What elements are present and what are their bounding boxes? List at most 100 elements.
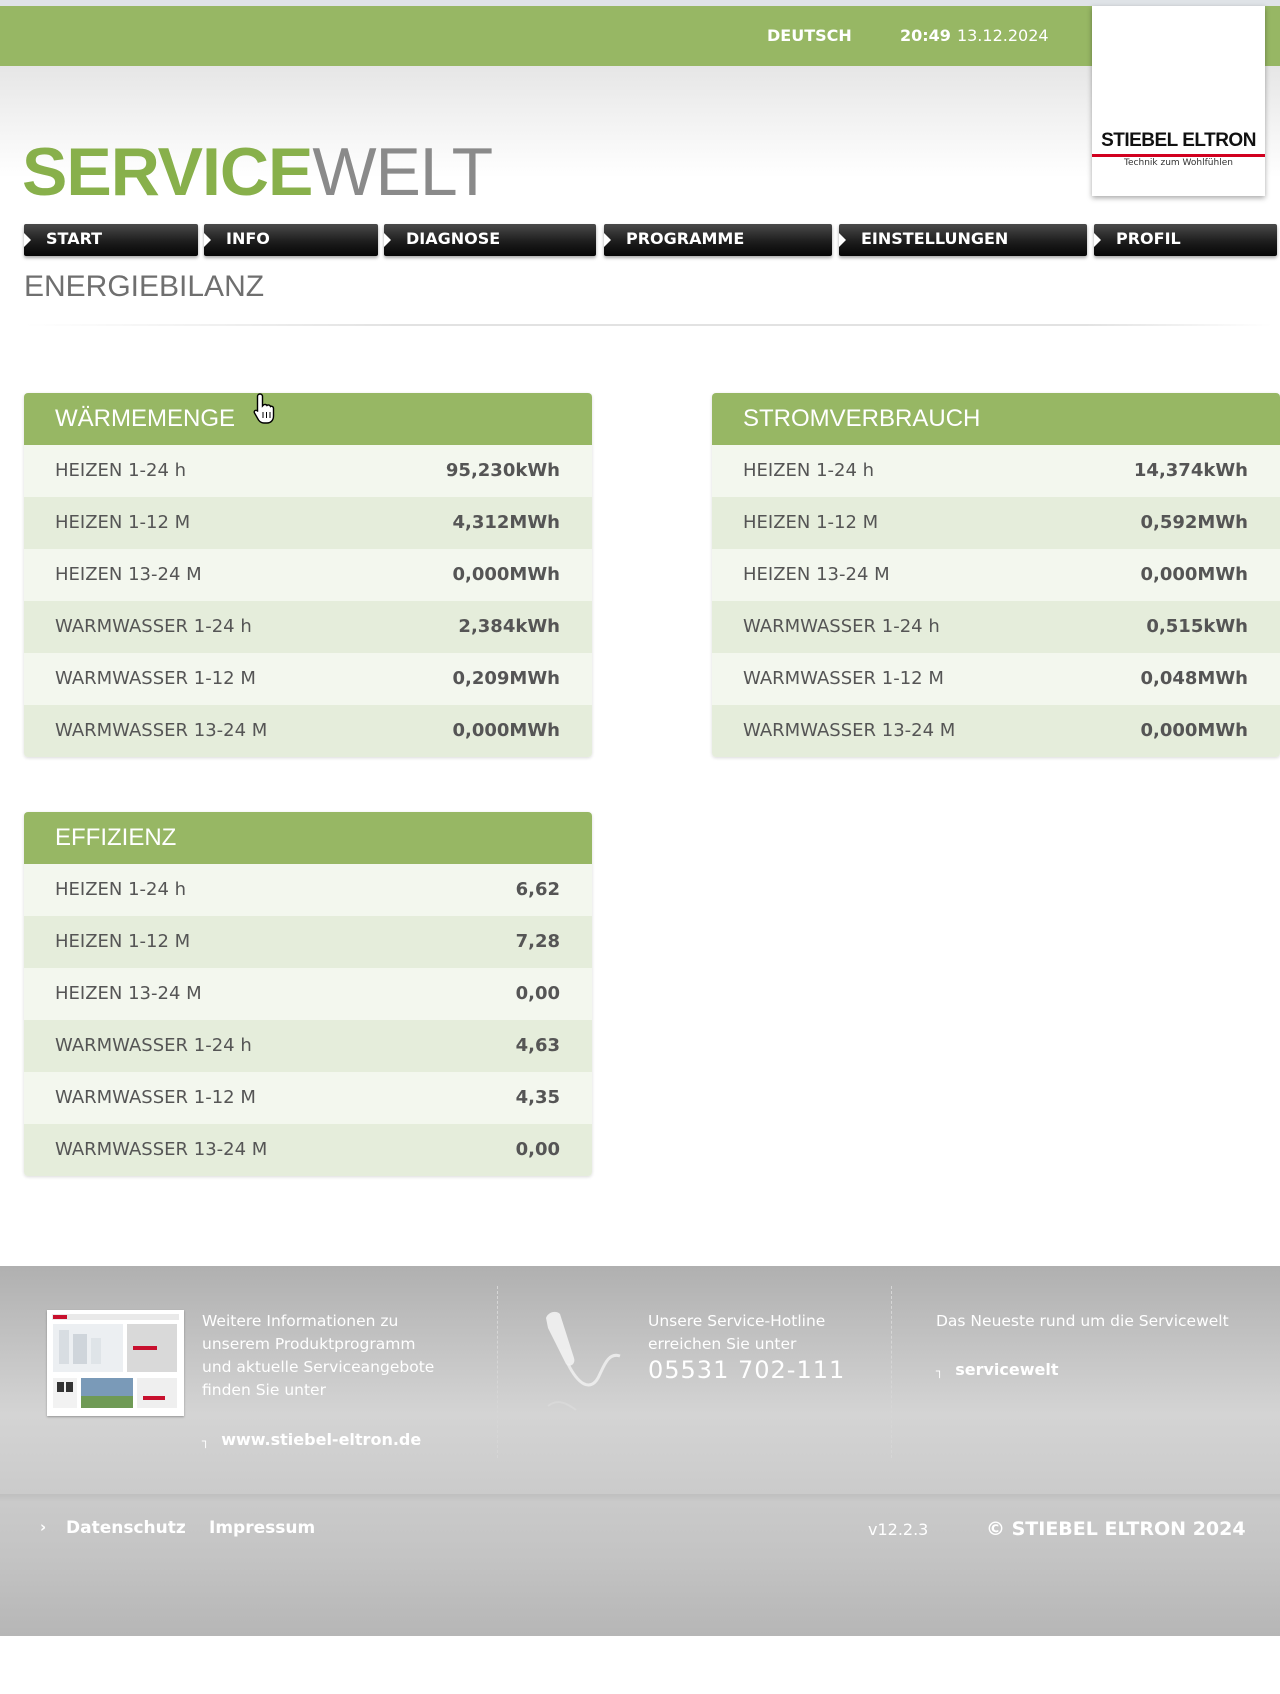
- effizienz-panel: EFFIZIENZ HEIZEN 1-24 h 6,62 HEIZEN 1-12 …: [24, 812, 592, 1176]
- nav-programme-label: PROGRAMME: [626, 229, 745, 248]
- nav-arrow-icon: [604, 233, 611, 247]
- row-value: 4,35: [515, 1087, 560, 1108]
- table-row: WARMWASSER 1-24 h 0,515kWh: [712, 601, 1280, 653]
- version-label: v12.2.3: [868, 1520, 929, 1539]
- info-text-line: Weitere Informationen zu: [202, 1312, 399, 1330]
- row-value: 0,00: [515, 1139, 560, 1160]
- nav-arrow-icon: [24, 233, 31, 247]
- info-text-line: finden Sie unter: [202, 1381, 326, 1399]
- nav-einstellungen[interactable]: EINSTELLUNGEN: [839, 224, 1087, 256]
- row-label: HEIZEN 1-24 h: [55, 879, 187, 900]
- footer-divider: [891, 1286, 892, 1458]
- table-row: WARMWASSER 1-12 M 4,35: [24, 1072, 592, 1124]
- nav-arrow-icon: [839, 233, 846, 247]
- row-label: WARMWASSER 13-24 M: [743, 720, 956, 741]
- phone-icon: [546, 1311, 621, 1411]
- nav-einstellungen-label: EINSTELLUNGEN: [861, 229, 1009, 248]
- copyright: © STIEBEL ELTRON 2024: [986, 1518, 1246, 1540]
- row-value: 7,28: [515, 931, 560, 952]
- nav-programme[interactable]: PROGRAMME: [604, 224, 832, 256]
- brand-title-welt: WELT: [312, 134, 493, 210]
- website-link[interactable]: ┐ www.stiebel-eltron.de: [202, 1430, 421, 1449]
- link-arrow-icon: ┐: [936, 1364, 944, 1378]
- nav-start[interactable]: START: [24, 224, 198, 256]
- table-row: WARMWASSER 13-24 M 0,000MWh: [24, 705, 592, 757]
- title-divider: [24, 324, 1272, 326]
- waermemenge-panel: WÄRMEMENGE HEIZEN 1-24 h 95,230kWh HEIZEN…: [24, 393, 592, 757]
- servicewelt-title: SERVICEWELT: [22, 134, 493, 210]
- time-value: 20:49: [900, 26, 951, 45]
- table-row: WARMWASSER 1-24 h 2,384kWh: [24, 601, 592, 653]
- row-label: WARMWASSER 1-12 M: [55, 668, 256, 689]
- nav-info[interactable]: INFO: [204, 224, 378, 256]
- row-value: 6,62: [515, 879, 560, 900]
- footer-separator: [0, 1494, 1280, 1502]
- hotline-number[interactable]: 05531 702-111: [648, 1356, 845, 1384]
- row-label: HEIZEN 1-12 M: [55, 512, 191, 533]
- table-row: WARMWASSER 1-12 M 0,048MWh: [712, 653, 1280, 705]
- stromverbrauch-panel: STROMVERBRAUCH HEIZEN 1-24 h 14,374kWh HE…: [712, 393, 1280, 757]
- row-label: HEIZEN 1-12 M: [743, 512, 879, 533]
- panel-title: EFFIZIENZ: [24, 812, 592, 864]
- table-row: HEIZEN 1-12 M 7,28: [24, 916, 592, 968]
- nav-arrow-icon: [1094, 233, 1101, 247]
- row-label: WARMWASSER 13-24 M: [55, 1139, 268, 1160]
- row-label: HEIZEN 13-24 M: [743, 564, 890, 585]
- row-value: 4,63: [515, 1035, 560, 1056]
- row-label: HEIZEN 13-24 M: [55, 564, 202, 585]
- row-value: 0,000MWh: [452, 720, 560, 741]
- table-row: WARMWASSER 1-12 M 0,209MWh: [24, 653, 592, 705]
- row-value: 14,374kWh: [1133, 460, 1248, 481]
- row-label: WARMWASSER 13-24 M: [55, 720, 268, 741]
- row-value: 2,384kWh: [458, 616, 560, 637]
- table-row: HEIZEN 1-24 h 6,62: [24, 864, 592, 916]
- link-arrow-icon: ┐: [202, 1434, 210, 1448]
- info-text-line: unserem Produktprogramm: [202, 1335, 416, 1353]
- nav-diagnose[interactable]: DIAGNOSE: [384, 224, 596, 256]
- table-row: HEIZEN 1-12 M 0,592MWh: [712, 497, 1280, 549]
- row-label: WARMWASSER 1-24 h: [743, 616, 940, 637]
- table-row: WARMWASSER 13-24 M 0,000MWh: [712, 705, 1280, 757]
- hotline-text-line: erreichen Sie unter: [648, 1335, 797, 1353]
- table-row: WARMWASSER 13-24 M 0,00: [24, 1124, 592, 1176]
- product-website-thumbnail[interactable]: [47, 1310, 184, 1416]
- news-text: Das Neueste rund um die Servicewelt: [936, 1312, 1229, 1330]
- imprint-link[interactable]: Impressum: [209, 1518, 315, 1538]
- row-label: HEIZEN 13-24 M: [55, 983, 202, 1004]
- row-label: WARMWASSER 1-12 M: [55, 1087, 256, 1108]
- row-label: WARMWASSER 1-24 h: [55, 616, 252, 637]
- table-row: HEIZEN 13-24 M 0,000MWh: [24, 549, 592, 601]
- info-text-line: und aktuelle Serviceangebote: [202, 1358, 435, 1376]
- row-value: 0,000MWh: [452, 564, 560, 585]
- nav-start-label: START: [46, 229, 103, 248]
- brand-title-service: SERVICE: [22, 134, 313, 210]
- page-title: ENERGIEBILANZ: [24, 270, 265, 303]
- panel-title: WÄRMEMENGE: [24, 393, 592, 445]
- date-value: 13.12.2024: [956, 26, 1049, 45]
- logo-brand-text: STIEBEL ELTRON: [1092, 130, 1265, 157]
- hotline-text: Unsere Service-Hotline erreichen Sie unt…: [648, 1310, 825, 1356]
- table-row: HEIZEN 1-12 M 4,312MWh: [24, 497, 592, 549]
- row-value: 95,230kWh: [445, 460, 560, 481]
- language-selector[interactable]: DEUTSCH: [767, 26, 852, 45]
- nav-arrow-icon: [384, 233, 391, 247]
- privacy-link[interactable]: Datenschutz: [66, 1518, 186, 1538]
- top-bar: DEUTSCH 20:49 13.12.2024: [0, 6, 1280, 66]
- chevron-right-icon: ›: [40, 1518, 47, 1536]
- servicewelt-link[interactable]: ┐ servicewelt: [936, 1360, 1059, 1379]
- row-label: WARMWASSER 1-24 h: [55, 1035, 252, 1056]
- website-preview-icon: [47, 1310, 184, 1416]
- row-label: HEIZEN 1-24 h: [55, 460, 187, 481]
- table-row: HEIZEN 1-24 h 14,374kWh: [712, 445, 1280, 497]
- datetime-display: 20:49 13.12.2024: [900, 26, 1049, 45]
- row-value: 0,000MWh: [1140, 720, 1248, 741]
- logo-tagline: Technik zum Wohlfühlen: [1124, 158, 1233, 168]
- nav-arrow-icon: [204, 233, 211, 247]
- servicewelt-link-label: servicewelt: [955, 1360, 1059, 1379]
- footer-divider: [497, 1286, 498, 1458]
- nav-profil-label: PROFIL: [1116, 229, 1181, 248]
- stiebel-eltron-logo[interactable]: STIEBEL ELTRON Technik zum Wohlfühlen: [1092, 6, 1265, 196]
- table-row: HEIZEN 13-24 M 0,00: [24, 968, 592, 1020]
- nav-profil[interactable]: PROFIL: [1094, 224, 1277, 256]
- row-value: 0,515kWh: [1146, 616, 1248, 637]
